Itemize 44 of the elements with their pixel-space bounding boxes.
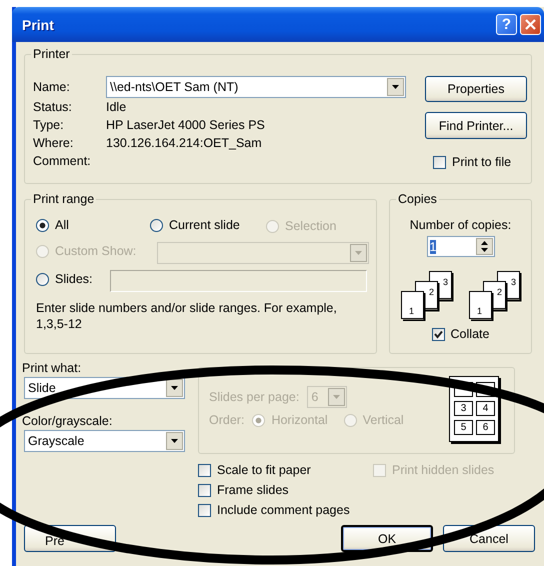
checkbox[interactable] xyxy=(198,464,211,476)
radio-button[interactable] xyxy=(36,272,49,286)
spin-arrows-icon[interactable] xyxy=(476,238,492,255)
checkbox[interactable] xyxy=(432,328,445,340)
detail-value: HP LaserJet 4000 Series PS xyxy=(106,118,266,132)
checkbox[interactable] xyxy=(198,484,211,496)
field-label: Slides per page: xyxy=(209,390,300,404)
field-label: Name: xyxy=(33,80,71,94)
color-dropdown[interactable]: Grayscale xyxy=(24,430,185,452)
checkbox[interactable] xyxy=(198,504,211,516)
checkbox[interactable] xyxy=(433,156,446,168)
printer-name-dropdown[interactable]: \\ed-nts\OET Sam (NT) xyxy=(106,76,406,98)
hint-text: Enter slide numbers and/or slide ranges. For example, 1,3,5-12 xyxy=(36,300,338,332)
radio-button[interactable] xyxy=(150,218,163,232)
checkbox-label[interactable]: Frame slides xyxy=(217,483,289,497)
detail-value: 130.126.164.214:OET_Sam xyxy=(106,136,263,150)
checkbox-label[interactable]: Collate xyxy=(450,327,490,341)
checkbox-label[interactable]: Scale to fit paper xyxy=(217,463,311,477)
radio-label[interactable]: Current slide xyxy=(169,218,240,232)
detail-label: Where: xyxy=(33,136,74,150)
field-label: Color/grayscale: xyxy=(22,414,114,428)
detail-label: Comment: xyxy=(33,154,92,168)
field-label: Number of copies: xyxy=(410,218,512,232)
detail-label: Type: xyxy=(33,118,65,132)
checkbox-label[interactable]: Print to file xyxy=(452,155,512,169)
detail-label: Status: xyxy=(33,100,73,114)
radio-label[interactable]: All xyxy=(55,218,69,232)
field-label: Order: xyxy=(209,413,244,427)
close-icon xyxy=(525,19,536,30)
radio-button[interactable] xyxy=(36,218,49,232)
window-title: Print xyxy=(22,16,55,32)
checkbox-label[interactable]: Include comment pages xyxy=(217,503,350,517)
slides-input[interactable] xyxy=(110,270,367,292)
find-printer-button[interactable]: Find Printer... xyxy=(425,112,527,139)
group-label: Copies xyxy=(396,192,439,207)
field-label: Print what: xyxy=(22,361,82,375)
help-button[interactable]: ? xyxy=(496,14,517,35)
radio-label[interactable]: Slides: xyxy=(55,272,93,286)
detail-value: Idle xyxy=(106,100,128,114)
checkmark-icon xyxy=(434,330,443,338)
copies-spinner[interactable]: 1 xyxy=(426,236,494,257)
properties-button[interactable]: Properties xyxy=(425,76,527,102)
group-label: Print range xyxy=(31,192,96,207)
close-button[interactable] xyxy=(520,14,541,35)
